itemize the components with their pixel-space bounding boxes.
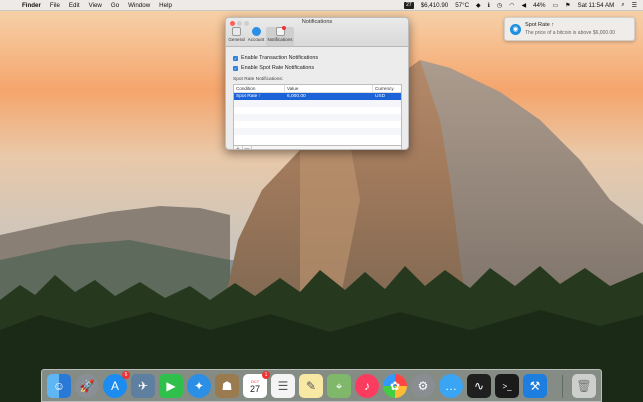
bitcoin-price[interactable]: $6,410.90 [421,2,449,9]
reminders-icon[interactable]: ☰ [271,374,295,398]
menu-window[interactable]: Window [128,2,150,9]
menu-view[interactable]: View [89,2,102,9]
table-header: Condition Value Currency [234,85,401,93]
finder-icon[interactable]: ☺ [47,374,71,398]
menu-file[interactable]: File [50,2,60,9]
general-icon [232,27,241,36]
notes-icon[interactable]: ✎ [299,374,323,398]
cell-condition[interactable]: Spot Rate ↑ [234,93,285,100]
spot-rate-notifications-label: Enable Spot Rate Notifications [241,65,315,71]
remove-row-button[interactable]: — [243,146,252,149]
dock-separator [562,375,563,398]
window-title: Notifications [301,19,333,25]
column-header-value[interactable]: Value [285,85,373,92]
menu-help[interactable]: Help [159,2,172,9]
app-store-icon[interactable]: A6 [103,371,130,398]
transaction-notifications-checkbox[interactable]: ✓ Enable Transaction Notifications [233,55,318,61]
maps-icon[interactable]: ⌖ [327,374,351,398]
window-titlebar: Notifications General Account Notificati… [226,18,408,47]
notification-message: The price of a bitcoin is above $6,000.0… [525,30,616,36]
menu-edit[interactable]: Edit [69,2,80,9]
spot-rate-table: Condition Value Currency Spot Rate ↑ 6,0… [233,84,402,146]
add-row-button[interactable]: + [234,146,243,149]
tab-general[interactable]: General [228,27,245,46]
menubar-calendar-icon[interactable]: 27 [404,2,414,9]
table-row[interactable]: Spot Rate ↑ 6,000.00 USD [234,93,401,100]
empty-row [234,100,401,107]
checkmark-icon: ✓ [233,55,238,61]
notifications-icon [275,26,286,36]
empty-row [234,128,401,135]
coinbase-app-icon: ◉ [510,24,521,35]
trash-icon[interactable]: 🗑 [572,374,596,398]
contacts-icon[interactable]: ☗ [215,374,239,398]
battery-percent[interactable]: 44% [533,2,545,9]
messages-icon[interactable]: … [439,374,463,398]
launchpad-icon[interactable]: 🚀 [75,374,99,398]
app-store-badge: 6 [122,371,130,379]
menu-go[interactable]: Go [111,2,119,9]
menu-app-name[interactable]: Finder [22,2,41,9]
volume-icon[interactable]: ◀ [521,2,526,9]
calendar-icon[interactable]: OCT 27 1 [243,371,270,398]
spot-rate-section-label: Spot Rate Notifications: [233,77,284,82]
empty-row [234,121,401,128]
tab-notifications-label: Notifications [267,37,293,42]
facetime-icon[interactable]: ▶ [159,374,183,398]
checkmark-icon: ✓ [233,65,238,71]
status-menus: 27 $6,410.90 57°C ◆ ℹ ◷ ◠ ◀ 44% ▭ ⚑ Sat … [404,0,637,11]
notification-center-icon[interactable]: ☰ [632,2,637,9]
dock: ☺ 🚀 A6 ✈ ▶ ✦ ☗ OCT 27 1 ☰ ✎ ⌖ ♪ ✿ ⚙ … ∿ … [41,369,602,402]
menu-bar: Finder File Edit View Go Window Help 27 … [0,0,643,11]
tab-account-label: Account [247,37,265,42]
battery-icon[interactable]: ▭ [552,2,558,9]
dropbox-icon[interactable]: ◆ [476,2,481,9]
transaction-notifications-label: Enable Transaction Notifications [241,55,319,61]
xcode-icon[interactable]: ⚒ [523,374,547,398]
tab-general-label: General [228,37,245,42]
menubar-clock[interactable]: Sat 11:54 AM [578,2,615,9]
cell-value[interactable]: 6,000.00 [285,93,373,100]
system-preferences-icon[interactable]: ⚙ [411,374,435,398]
photos-icon[interactable]: ✿ [383,374,407,398]
search-icon[interactable]: ⌕ [621,2,624,9]
calendar-badge: 1 [262,371,270,379]
history-icon[interactable]: ◷ [497,2,502,9]
empty-row [234,107,401,114]
info-icon[interactable]: ℹ [488,2,490,9]
tab-account[interactable]: Account [246,27,266,46]
safari-icon[interactable]: ✦ [187,374,211,398]
flag-icon[interactable]: ⚑ [565,2,570,9]
wifi-icon[interactable]: ◠ [509,2,514,9]
table-footer: + — [233,146,402,149]
notification-title: Spot Rate ↑ [525,22,555,28]
tab-notifications[interactable]: Notifications [266,26,294,46]
account-icon [251,27,261,36]
notification-banner[interactable]: ◉ Spot Rate ↑ The price of a bitcoin is … [504,17,635,41]
calendar-day: 27 [249,383,260,394]
temperature-readout[interactable]: 57°C [455,2,469,9]
column-header-currency[interactable]: Currency [373,85,401,92]
column-header-condition[interactable]: Condition [234,85,285,92]
spot-rate-notifications-checkbox[interactable]: ✓ Enable Spot Rate Notifications [233,65,314,71]
terminal-icon[interactable]: >_ [495,374,519,398]
preview-icon[interactable]: ✈ [131,374,155,398]
itunes-icon[interactable]: ♪ [355,374,379,398]
activity-monitor-icon[interactable]: ∿ [467,374,491,398]
empty-row [234,114,401,121]
cell-currency[interactable]: USD [373,93,401,100]
notifications-preferences-window: Notifications General Account Notificati… [225,17,409,150]
